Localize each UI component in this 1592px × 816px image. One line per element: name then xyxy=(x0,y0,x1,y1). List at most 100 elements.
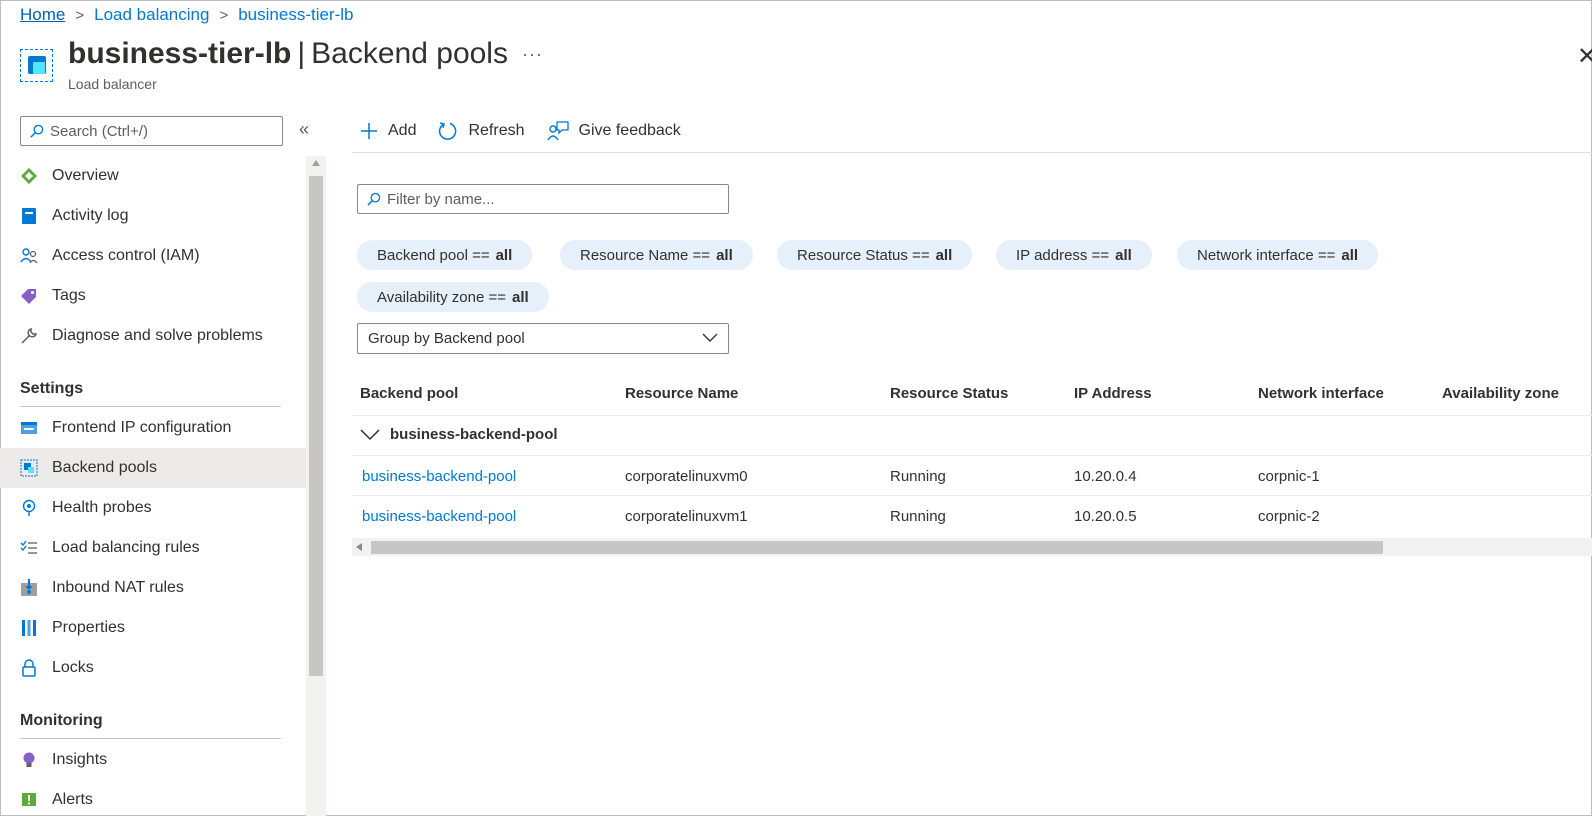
group-row[interactable]: business-backend-pool xyxy=(360,426,558,443)
activity-log-icon xyxy=(20,207,38,225)
breadcrumb-load-balancing-link[interactable]: Load balancing xyxy=(94,5,209,25)
tag-icon xyxy=(20,287,38,305)
pill-value: all xyxy=(495,246,513,264)
chevron-down-icon xyxy=(702,330,718,347)
chevron-right-icon: > xyxy=(75,6,85,24)
chevron-right-icon: > xyxy=(219,6,229,24)
wrench-icon xyxy=(20,327,38,345)
sidebar-item-label: Inbound NAT rules xyxy=(52,579,184,596)
lightbulb-icon xyxy=(20,751,38,769)
scrollbar-thumb[interactable] xyxy=(371,541,1383,554)
column-header-ip-address[interactable]: IP Address xyxy=(1074,385,1152,402)
pill-value: all xyxy=(1115,246,1132,264)
filter-pill-ip-address[interactable]: IP address == all xyxy=(996,240,1152,270)
plus-icon xyxy=(360,122,378,140)
pill-label: IP address == xyxy=(1016,246,1110,264)
sidebar-nav: Overview Activity log Access control (IA… xyxy=(0,156,306,816)
scroll-up-arrow-icon[interactable] xyxy=(312,160,320,166)
sidebar-item-label: Diagnose and solve problems xyxy=(52,327,263,344)
group-by-dropdown[interactable]: Group by Backend pool xyxy=(357,323,729,354)
pill-label: Availability zone == xyxy=(377,288,506,306)
close-button[interactable]: ✕ xyxy=(1577,42,1592,71)
resource-status-cell: Running xyxy=(890,468,946,485)
sidebar-item-diagnose[interactable]: Diagnose and solve problems xyxy=(0,316,306,356)
sidebar-search-input[interactable] xyxy=(50,122,270,140)
inbound-nat-icon xyxy=(20,579,38,597)
pool-link[interactable]: business-backend-pool xyxy=(362,468,516,485)
ip-address-cell: 10.20.0.5 xyxy=(1074,508,1137,525)
column-header-backend-pool[interactable]: Backend pool xyxy=(360,385,458,402)
scrollbar-thumb[interactable] xyxy=(309,176,323,676)
sidebar-item-tags[interactable]: Tags xyxy=(0,276,306,316)
sidebar-item-access-control[interactable]: Access control (IAM) xyxy=(0,236,306,276)
toolbar-divider xyxy=(352,152,1592,153)
sidebar-item-label: Properties xyxy=(52,619,125,636)
search-icon xyxy=(367,192,381,206)
sidebar-item-label: Activity log xyxy=(52,207,129,224)
add-button-label: Add xyxy=(388,122,417,139)
filter-pill-resource-name[interactable]: Resource Name == all xyxy=(560,240,753,270)
refresh-button-label: Refresh xyxy=(468,122,525,139)
sidebar-item-lb-rules[interactable]: Load balancing rules xyxy=(0,528,306,568)
filter-input[interactable] xyxy=(387,190,717,208)
network-interface-cell: corpnic-1 xyxy=(1258,468,1320,485)
settings-section-header: Settings xyxy=(20,380,84,397)
resource-name: business-tier-lb xyxy=(68,37,292,70)
breadcrumb-home-link[interactable]: Home xyxy=(20,5,65,25)
sidebar-item-locks[interactable]: Locks xyxy=(0,648,306,688)
filter-pill-resource-status[interactable]: Resource Status == all xyxy=(777,240,973,270)
sidebar-item-backend-pools[interactable]: Backend pools xyxy=(0,448,306,488)
lock-icon xyxy=(20,659,38,677)
filter-pill-network-interface[interactable]: Network interface == all xyxy=(1177,240,1379,270)
column-header-resource-name[interactable]: Resource Name xyxy=(625,385,738,402)
pill-label: Network interface == xyxy=(1197,246,1336,264)
sidebar-item-alerts[interactable]: Alerts xyxy=(0,780,306,816)
table-horizontal-scrollbar[interactable] xyxy=(352,538,1592,556)
backend-pools-icon xyxy=(20,459,38,477)
refresh-button[interactable]: Refresh xyxy=(438,121,525,141)
resource-name-cell: corporatelinuxvm0 xyxy=(625,468,748,485)
pill-label: Resource Status == xyxy=(797,246,930,264)
scroll-left-arrow-icon[interactable] xyxy=(356,543,362,551)
more-options-button[interactable]: ··· xyxy=(522,44,543,65)
group-name: business-backend-pool xyxy=(390,426,558,443)
section-divider xyxy=(20,738,281,739)
chevron-down-icon[interactable] xyxy=(360,428,380,441)
breadcrumb-current-link[interactable]: business-tier-lb xyxy=(238,5,353,25)
column-header-availability-zone[interactable]: Availability zone xyxy=(1442,385,1559,402)
column-header-network-interface[interactable]: Network interface xyxy=(1258,385,1384,402)
health-probe-icon xyxy=(20,499,38,517)
add-button[interactable]: Add xyxy=(360,122,416,140)
pill-value: all xyxy=(511,288,529,306)
sidebar-scrollbar[interactable] xyxy=(306,156,326,816)
command-bar: Add Refresh Give feedback xyxy=(360,116,703,146)
header-divider xyxy=(352,415,1592,416)
sidebar-search[interactable] xyxy=(20,116,283,146)
sidebar-item-label: Locks xyxy=(52,659,94,676)
resource-status-cell: Running xyxy=(890,508,946,525)
sidebar-item-activity-log[interactable]: Activity log xyxy=(0,196,306,236)
collapse-sidebar-button[interactable]: « xyxy=(299,119,309,140)
page-title: business-tier-lb | Backend pools xyxy=(68,37,508,71)
column-header-resource-status[interactable]: Resource Status xyxy=(890,385,1008,402)
sidebar-item-properties[interactable]: Properties xyxy=(0,608,306,648)
filter-pill-availability-zone[interactable]: Availability zone == all xyxy=(357,282,549,312)
filter-pill-backend-pool[interactable]: Backend pool == all xyxy=(357,240,533,270)
sidebar-item-frontend-ip[interactable]: Frontend IP configuration xyxy=(0,408,306,448)
resource-type-label: Load balancer xyxy=(68,76,157,92)
sidebar-item-label: Access control (IAM) xyxy=(52,247,200,264)
sidebar-item-inbound-nat[interactable]: Inbound NAT rules xyxy=(0,568,306,608)
sidebar-item-label: Insights xyxy=(52,751,108,768)
resource-name-cell: corporatelinuxvm1 xyxy=(625,508,748,525)
sidebar-item-overview[interactable]: Overview xyxy=(0,156,306,196)
breadcrumb: Home > Load balancing > business-tier-lb xyxy=(20,5,353,25)
ip-address-cell: 10.20.0.4 xyxy=(1074,468,1137,485)
rules-list-icon xyxy=(20,539,38,557)
filter-by-name[interactable] xyxy=(357,184,729,214)
sidebar-item-insights[interactable]: Insights xyxy=(0,740,306,780)
frontend-ip-icon xyxy=(20,419,38,437)
give-feedback-button[interactable]: Give feedback xyxy=(546,121,681,141)
pool-link[interactable]: business-backend-pool xyxy=(362,508,516,525)
sidebar-item-label: Tags xyxy=(52,287,86,304)
sidebar-item-health-probes[interactable]: Health probes xyxy=(0,488,306,528)
